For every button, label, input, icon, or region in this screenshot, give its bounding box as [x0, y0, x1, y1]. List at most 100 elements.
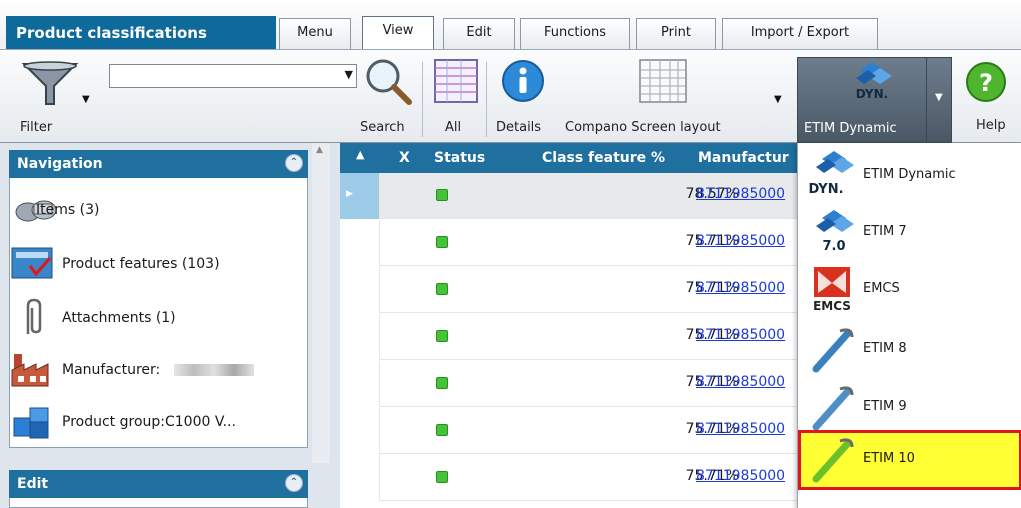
collapse-up-icon[interactable]: ⌃	[285, 154, 303, 172]
nav-item-label: Product group:C1000 V...	[62, 414, 236, 430]
scroll-up-arrow[interactable]: ▲	[316, 145, 323, 155]
manufacturer-link[interactable]: 8711985000	[696, 468, 798, 484]
etim-dynamic-icon: DYN.	[808, 151, 854, 197]
menu-item-emcs[interactable]: EMCS EMCS	[798, 261, 1021, 318]
row-selector[interactable]	[340, 267, 380, 313]
menu-item-etim-8[interactable]: ETIM 8	[798, 321, 1021, 378]
ribbon-separator	[422, 62, 423, 137]
etim-dynamic-icon: DYN.	[856, 62, 892, 101]
funnel-icon	[21, 61, 79, 105]
etim-dynamic-badge: DYN.	[856, 87, 888, 101]
row-selector[interactable]	[340, 455, 380, 501]
menu-item-etim-7[interactable]: 7.0 ETIM 7	[798, 204, 1021, 261]
screen-layout-dropdown-arrow[interactable]: ▼	[774, 94, 782, 105]
manufacturer-link[interactable]: 8711985000	[696, 421, 798, 437]
ribbon-separator	[486, 62, 487, 137]
manufacturer-link[interactable]: 8711985000	[696, 280, 798, 296]
menu-item-etim-9[interactable]: ETIM 9	[798, 379, 1021, 436]
paperclip-icon	[26, 298, 42, 334]
status-indicator	[436, 377, 448, 389]
help-label: Help	[976, 118, 1006, 133]
etim-7-icon: 7.0	[816, 210, 854, 254]
menu-item-etim-10[interactable]: ETIM 10	[798, 430, 1021, 490]
nav-item-items[interactable]: Items (3)	[10, 190, 306, 230]
tab-functions[interactable]: Functions	[520, 18, 630, 49]
search-label: Search	[360, 120, 405, 135]
tab-view[interactable]: View	[362, 16, 434, 49]
status-indicator	[436, 236, 448, 248]
menu-item-label: ETIM 8	[863, 341, 907, 356]
status-indicator	[436, 424, 448, 436]
column-header-class-feature[interactable]: Class feature %	[542, 150, 665, 166]
manufacturer-link[interactable]: 8711985000	[696, 327, 798, 343]
row-selector[interactable]	[340, 361, 380, 407]
search-button[interactable]: Search	[356, 54, 420, 136]
row-selector[interactable]: ▶	[340, 173, 380, 219]
help-icon: ?	[966, 62, 1006, 102]
etim-version-menu: DYN. ETIM Dynamic 7.0 ETIM 7 EMCS EMCS E…	[797, 143, 1021, 508]
search-combobox[interactable]: ▼	[109, 64, 357, 88]
screen-layout-label: Compano Screen layout	[565, 120, 721, 135]
etim-8-icon	[812, 328, 854, 373]
column-header-x[interactable]: X	[399, 150, 410, 166]
factory-icon	[11, 354, 49, 387]
tab-print[interactable]: Print	[636, 18, 716, 49]
nav-item-manufacturer[interactable]: Manufacturer:	[10, 350, 306, 390]
help-button[interactable]: ? Help	[958, 54, 1018, 140]
side-panel-scrollbar[interactable]: ▲	[312, 143, 330, 463]
column-header-manufacturer[interactable]: Manufactur	[698, 150, 789, 166]
row-selector[interactable]	[340, 220, 380, 266]
nav-item-product-features[interactable]: Product features (103)	[10, 244, 306, 284]
manufacturer-name-redacted	[174, 364, 254, 376]
app-title: Product classifications	[6, 16, 276, 49]
nav-item-product-group[interactable]: Product group:C1000 V...	[10, 402, 306, 442]
etim-9-icon	[812, 386, 854, 431]
details-label: Details	[496, 120, 542, 135]
etim-dynamic-button[interactable]: DYN. ETIM Dynamic ▼	[797, 57, 952, 143]
row-selector[interactable]	[340, 408, 380, 454]
menu-item-label: ETIM 10	[863, 451, 915, 466]
edit-panel-title: Edit	[17, 476, 49, 492]
status-indicator	[436, 330, 448, 342]
status-indicator	[436, 283, 448, 295]
manufacturer-link[interactable]: 8711985000	[696, 374, 798, 390]
status-indicator	[436, 189, 448, 201]
navigation-panel-header[interactable]: Navigation ⌃	[9, 150, 308, 178]
search-icon	[366, 59, 412, 105]
filter-label: Filter	[20, 120, 53, 135]
tab-bar: Product classifications Menu View Edit F…	[0, 0, 1021, 50]
screen-layout-button[interactable]: ▼ Compano Screen layout	[562, 54, 794, 136]
all-label: All	[445, 120, 462, 135]
navigation-title: Navigation	[17, 156, 103, 172]
tab-menu[interactable]: Menu	[279, 18, 351, 49]
nav-item-label: Product features (103)	[62, 256, 220, 272]
info-icon	[502, 60, 544, 102]
etim-10-icon	[812, 438, 854, 483]
nav-item-label: Items (3)	[36, 202, 100, 218]
filter-button[interactable]: ▼ Filter	[10, 54, 100, 136]
manufacturer-link[interactable]: 8711985000	[696, 233, 798, 249]
sort-up-icon[interactable]: ▲	[356, 148, 364, 161]
nav-item-attachments[interactable]: Attachments (1)	[10, 298, 306, 338]
column-header-status[interactable]: Status	[434, 150, 485, 166]
chevron-down-icon[interactable]: ▼	[345, 68, 353, 81]
tab-edit[interactable]: Edit	[443, 18, 515, 49]
all-button[interactable]: All	[428, 54, 484, 136]
nav-item-label: Manufacturer:	[62, 362, 161, 378]
menu-item-etim-dynamic[interactable]: DYN. ETIM Dynamic	[798, 147, 1021, 204]
svg-text:?: ?	[979, 69, 993, 97]
etim-dropdown-toggle[interactable]: ▼	[926, 58, 952, 142]
row-selector[interactable]	[340, 314, 380, 360]
table-grid-icon	[434, 59, 478, 103]
screen-layout-icon	[639, 59, 687, 103]
menu-item-label: ETIM Dynamic	[863, 167, 956, 182]
edit-panel-header[interactable]: Edit ⌃	[9, 470, 308, 498]
tab-import-export[interactable]: Import / Export	[722, 18, 878, 49]
details-button[interactable]: Details	[490, 54, 556, 136]
collapse-up-icon[interactable]: ⌃	[285, 474, 303, 492]
filter-dropdown-arrow[interactable]: ▼	[82, 94, 90, 105]
navigation-panel-body: Items (3) Product features (103) Attachm…	[9, 178, 308, 448]
etim-badge: 7.0	[822, 239, 845, 254]
row-pointer-icon: ▶	[346, 189, 353, 199]
manufacturer-link[interactable]: 8711985000	[696, 186, 798, 202]
